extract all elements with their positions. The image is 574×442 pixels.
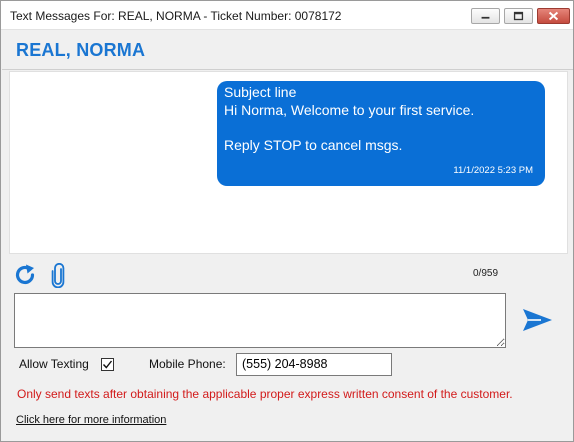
message-thread[interactable]: Subject line Hi Norma, Welcome to your f… xyxy=(9,71,568,254)
consent-warning: Only send texts after obtaining the appl… xyxy=(17,387,513,401)
message-line: Reply STOP to cancel msgs. xyxy=(224,136,403,153)
message-line: Subject line xyxy=(224,84,297,100)
maximize-icon xyxy=(513,11,524,21)
checkmark-icon xyxy=(102,360,113,369)
customer-header: REAL, NORMA xyxy=(2,30,573,70)
window-title: Text Messages For: REAL, NORMA - Ticket … xyxy=(10,9,342,23)
allow-texting-label: Allow Texting xyxy=(19,357,89,371)
close-icon xyxy=(548,11,559,21)
minimize-button[interactable] xyxy=(471,8,500,24)
refresh-icon[interactable] xyxy=(13,263,37,287)
text-messages-window: Text Messages For: REAL, NORMA - Ticket … xyxy=(0,0,574,442)
message-line xyxy=(224,119,538,137)
customer-name: REAL, NORMA xyxy=(16,40,146,60)
mobile-phone-input[interactable]: (555) 204-8988 xyxy=(236,353,392,376)
message-timestamp: 11/1/2022 5:23 PM xyxy=(453,165,533,176)
more-information-link[interactable]: Click here for more information xyxy=(16,414,166,426)
minimize-icon xyxy=(481,16,490,19)
close-button[interactable] xyxy=(537,8,570,24)
outgoing-message-bubble: Subject line Hi Norma, Welcome to your f… xyxy=(217,81,545,186)
paperclip-icon[interactable] xyxy=(50,263,66,288)
maximize-button[interactable] xyxy=(504,8,533,24)
send-icon[interactable] xyxy=(521,307,554,333)
mobile-phone-label: Mobile Phone: xyxy=(149,357,226,371)
message-line: Hi Norma, Welcome to your first service. xyxy=(224,101,475,118)
title-bar[interactable]: Text Messages For: REAL, NORMA - Ticket … xyxy=(1,1,573,30)
message-input[interactable] xyxy=(14,293,506,348)
character-counter: 0/959 xyxy=(473,268,499,279)
allow-texting-checkbox[interactable] xyxy=(101,358,114,371)
